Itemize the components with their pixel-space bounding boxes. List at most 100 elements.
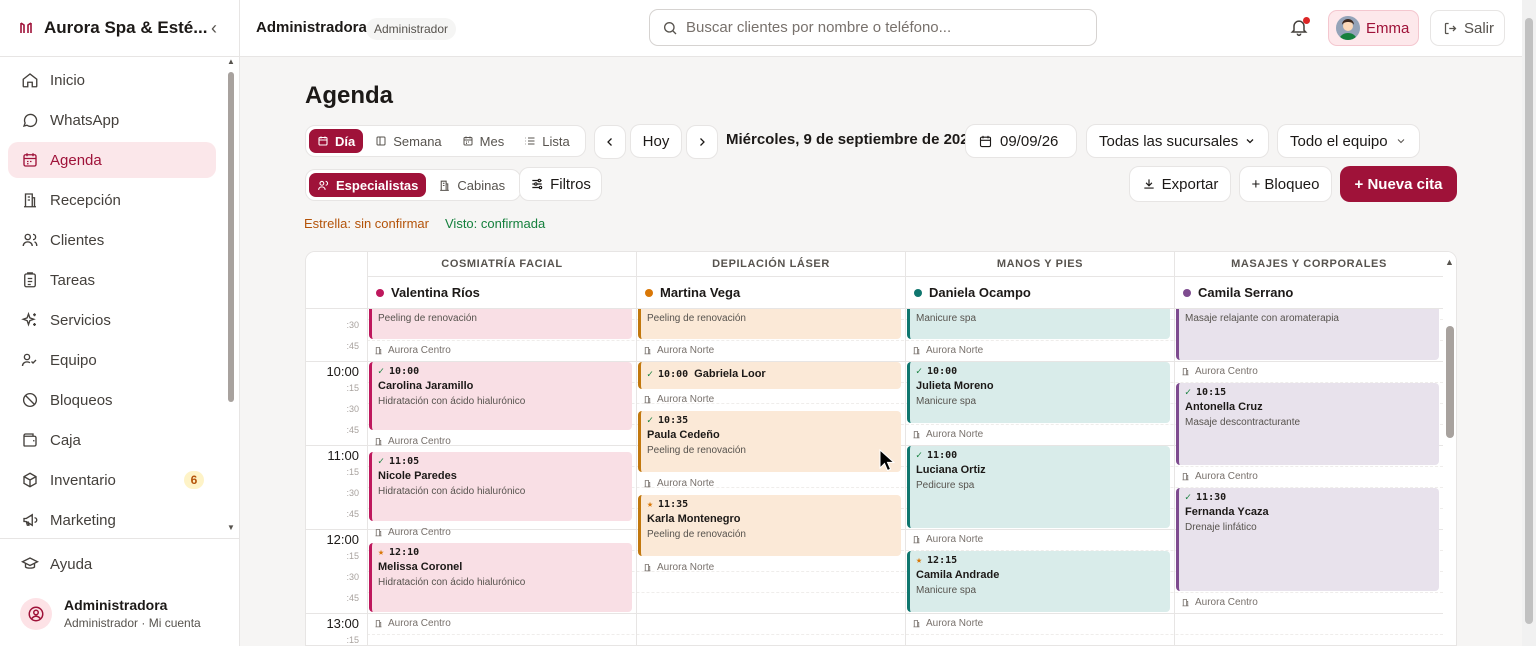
location-label: Aurora Norte <box>657 345 715 356</box>
view-list-button[interactable]: Lista <box>516 129 577 153</box>
next-day-button[interactable] <box>686 125 718 159</box>
sidebar-item-whatsapp[interactable]: WhatsApp <box>8 102 216 138</box>
group-specialists-button[interactable]: Especialistas <box>309 173 427 197</box>
time-label: :15 <box>346 635 359 645</box>
new-appointment-button[interactable]: + Nueva cita <box>1340 166 1457 202</box>
location-label: Aurora Centro <box>388 345 451 356</box>
appointment-card[interactable]: Peeling de renovación <box>638 309 901 339</box>
user-menu-button[interactable]: Emma <box>1328 10 1419 46</box>
appointment-card[interactable]: ★ 11:35 Karla Montenegro Peeling de renov… <box>638 495 901 556</box>
appointment-card[interactable]: ✓ 11:30 Fernanda Ycaza Drenaje linfático <box>1176 488 1439 591</box>
appointment-card[interactable]: Peeling de renovación <box>369 309 632 339</box>
building-icon <box>913 431 920 439</box>
view-month-button[interactable]: Mes <box>454 129 513 153</box>
building-icon <box>1182 599 1189 607</box>
appointment-card[interactable]: ★ 12:15 Camila Andrade Manicure spa <box>907 551 1170 612</box>
specialist-header[interactable]: Valentina Ríos <box>367 276 636 308</box>
ban-icon <box>22 392 38 408</box>
appointment-client: Melissa Coronel <box>378 561 463 573</box>
sidebar-item-clientes[interactable]: Clientes <box>8 222 216 258</box>
appointment-location: Aurora Centro <box>374 345 451 356</box>
view-week-label: Semana <box>393 133 442 149</box>
client-search[interactable] <box>649 9 1097 46</box>
grid-line <box>306 613 1443 614</box>
team-select[interactable]: Todo el equipo <box>1277 124 1420 158</box>
scroll-up-arrow-icon[interactable]: ▲ <box>1445 257 1454 267</box>
scroll-down-arrow-icon[interactable]: ▼ <box>226 524 236 532</box>
appointment-card[interactable]: ★ 12:10 Melissa Coronel Hidratación con á… <box>369 543 632 612</box>
check-icon: ✓ <box>1185 492 1192 503</box>
appointment-location: Aurora Norte <box>643 478 714 489</box>
notifications-button[interactable] <box>1289 17 1311 39</box>
sidebar-item-inicio[interactable]: Inicio <box>8 62 216 98</box>
column-category: DEPILACIÓN LÁSER <box>636 252 905 276</box>
appointment-card[interactable]: ✓ 10:00 Carolina Jaramillo Hidratación co… <box>369 362 632 430</box>
sidebar-scroll-thumb[interactable] <box>228 72 234 402</box>
sidebar-item-recepcion[interactable]: Recepción <box>8 182 216 218</box>
logout-button[interactable]: Salir <box>1430 10 1505 46</box>
appointment-card[interactable]: ✓ 10:35 Paula Cedeño Peeling de renovació… <box>638 411 901 472</box>
time-label: :30 <box>346 572 359 582</box>
building-icon <box>644 480 651 488</box>
appointment-card[interactable]: ✓ 10:15 Antonella Cruz Masaje descontract… <box>1176 383 1439 465</box>
sidebar-scrollbar[interactable]: ▲ ▼ <box>226 58 236 538</box>
page-scroll-thumb[interactable] <box>1525 18 1533 624</box>
add-block-label: + Bloqueo <box>1251 175 1320 193</box>
column-divider <box>367 309 368 645</box>
sidebar-item-caja[interactable]: Caja <box>8 422 216 458</box>
group-cabins-button[interactable]: Cabinas <box>430 173 513 197</box>
collapse-sidebar-button[interactable]: ‹ <box>206 18 222 38</box>
page-scrollbar[interactable] <box>1522 0 1536 646</box>
calendar-scroll-thumb[interactable] <box>1446 326 1454 438</box>
appointment-card[interactable]: ✓ 11:00 Luciana Ortiz Pedicure spa <box>907 446 1170 528</box>
top-bar: Administradora Administrador Emma Salir <box>240 0 1522 57</box>
search-input[interactable] <box>686 19 1086 36</box>
specialist-header[interactable]: Daniela Ocampo <box>905 276 1174 308</box>
time-label: :30 <box>346 404 359 414</box>
sidebar-item-marketing[interactable]: Marketing <box>8 502 216 538</box>
sidebar-item-tareas[interactable]: Tareas <box>8 262 216 298</box>
appointment-location: Aurora Norte <box>912 534 983 545</box>
sidebar-item-equipo[interactable]: Equipo <box>8 342 216 378</box>
calendar-grid-icon <box>463 136 473 146</box>
specialist-header[interactable]: Martina Vega <box>636 276 905 308</box>
branch-select[interactable]: Todas las sucursales <box>1086 124 1269 158</box>
appointment-service: Peeling de renovación <box>647 445 746 456</box>
group-cabins-label: Cabinas <box>457 177 506 193</box>
date-picker[interactable]: 09/09/26 <box>965 124 1077 158</box>
spa-logo-icon <box>18 20 34 36</box>
sidebar-item-bloqueos[interactable]: Bloqueos <box>8 382 216 418</box>
today-button[interactable]: Hoy <box>630 124 682 158</box>
account-name: Administradora <box>64 597 168 613</box>
appointment-client: Camila Andrade <box>916 569 1000 581</box>
building-icon <box>1182 473 1189 481</box>
appointment-card[interactable]: ✓ 10:00 Julieta Moreno Manicure spa <box>907 362 1170 423</box>
specialist-header[interactable]: Camila Serrano <box>1174 276 1443 308</box>
account-menu[interactable]: Administradora Administrador · Mi cuenta <box>20 597 201 630</box>
appointment-time: 10:35 <box>658 415 689 426</box>
appointment-card[interactable]: ✓ 10:00 Gabriela Loor <box>638 362 901 389</box>
sidebar-item-agenda[interactable]: Agenda <box>8 142 216 178</box>
export-button[interactable]: Exportar <box>1129 166 1231 202</box>
check-icon: ✓ <box>647 368 654 380</box>
view-week-button[interactable]: Semana <box>367 129 449 153</box>
location-label: Aurora Norte <box>926 429 984 440</box>
previous-day-button[interactable] <box>594 125 626 159</box>
add-block-button[interactable]: + Bloqueo <box>1239 166 1332 202</box>
appointment-card[interactable]: Masaje relajante con aromaterapia <box>1176 309 1439 360</box>
scroll-up-arrow-icon[interactable]: ▲ <box>226 58 236 66</box>
appointment-client: Karla Montenegro <box>647 513 741 525</box>
sidebar-item-label: Servicios <box>50 311 111 329</box>
check-icon: ✓ <box>916 450 923 461</box>
filters-button[interactable]: Filtros <box>519 167 602 201</box>
sidebar-item-servicios[interactable]: Servicios <box>8 302 216 338</box>
sidebar-item-ayuda[interactable]: Ayuda <box>8 546 216 582</box>
box-icon <box>23 472 37 488</box>
view-list-label: Lista <box>542 133 570 149</box>
appointment-card[interactable]: Manicure spa <box>907 309 1170 339</box>
new-appointment-label: + Nueva cita <box>1354 175 1443 193</box>
calendar-scrollbar[interactable]: ▲ <box>1443 252 1456 645</box>
appointment-card[interactable]: ✓ 11:05 Nicole Paredes Hidratación con ác… <box>369 452 632 521</box>
sidebar-item-inventario[interactable]: Inventario 6 <box>8 462 216 498</box>
view-day-button[interactable]: Día <box>309 129 364 153</box>
